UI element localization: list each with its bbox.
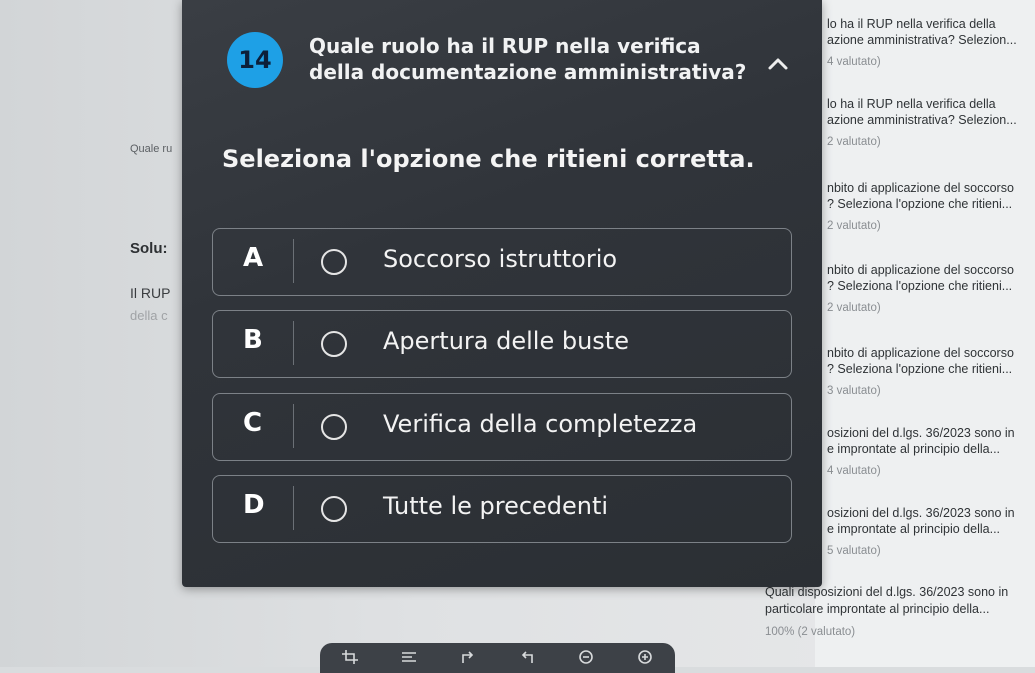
bg-fragment: Il RUP (130, 285, 171, 301)
option-label: Verifica della completezza (383, 410, 698, 438)
related-questions-list: lo ha il RUP nella verifica della azione… (815, 0, 1035, 667)
option-a[interactable]: A Soccorso istruttorio (212, 228, 792, 296)
option-c[interactable]: C Verifica della completezza (212, 393, 792, 461)
radio-button[interactable] (321, 496, 347, 522)
zoom-in-icon[interactable] (633, 649, 657, 668)
list-item[interactable]: osizioni del d.lgs. 36/2023 sono in e im… (827, 425, 1035, 479)
image-toolbar (320, 643, 675, 673)
flip-icon[interactable] (515, 650, 539, 667)
option-d[interactable]: D Tutte le precedenti (212, 475, 792, 543)
radio-button[interactable] (321, 249, 347, 275)
crop-icon[interactable] (338, 649, 362, 667)
option-label: Soccorso istruttorio (383, 245, 618, 273)
instruction-text: Seleziona l'opzione che ritieni corretta… (222, 145, 755, 173)
question-number-badge: 14 (227, 32, 283, 88)
zoom-out-icon[interactable] (574, 649, 598, 668)
rotate-icon[interactable] (456, 650, 480, 667)
status-text: 2 valutato) (827, 220, 881, 232)
status-text: 4 valutato) (827, 56, 881, 68)
divider (293, 486, 294, 530)
option-letter: B (243, 325, 263, 355)
list-item[interactable]: nbito di applicazione del soccorso ? Sel… (827, 345, 1035, 399)
divider (293, 239, 294, 283)
divider (293, 321, 294, 365)
list-item[interactable]: lo ha il RUP nella verifica della azione… (827, 96, 1035, 150)
option-label: Apertura delle buste (383, 327, 629, 355)
list-item[interactable]: nbito di applicazione del soccorso ? Sel… (827, 180, 1035, 234)
question-title: Quale ruolo ha il RUP nella verifica del… (309, 34, 747, 84)
list-item[interactable]: Quali disposizioni del d.lgs. 36/2023 so… (765, 584, 1035, 641)
radio-button[interactable] (321, 414, 347, 440)
status-text: 4 valutato) (827, 465, 881, 477)
option-b[interactable]: B Apertura delle buste (212, 310, 792, 378)
align-icon[interactable] (397, 650, 421, 667)
status-text: 2 valutato) (827, 302, 881, 314)
bg-fragment: Quale ru (130, 143, 173, 155)
status-text: 3 valutato) (827, 385, 881, 397)
option-letter: C (243, 408, 263, 438)
status-text: 5 valutato) (827, 545, 881, 557)
question-card: 14 Quale ruolo ha il RUP nella verifica … (182, 0, 822, 587)
list-item[interactable]: lo ha il RUP nella verifica della azione… (827, 16, 1035, 70)
chevron-up-icon[interactable] (767, 56, 791, 76)
list-item[interactable]: osizioni del d.lgs. 36/2023 sono in e im… (827, 505, 1035, 559)
option-label: Tutte le precedenti (383, 492, 609, 520)
option-letter: D (243, 490, 265, 520)
divider (293, 404, 294, 448)
bg-fragment: Solu: (130, 240, 168, 257)
bg-fragment: della c (130, 308, 168, 323)
status-text: 100% (2 valutato) (765, 626, 856, 638)
radio-button[interactable] (321, 331, 347, 357)
list-item[interactable]: nbito di applicazione del soccorso ? Sel… (827, 262, 1035, 316)
status-text: 2 valutato) (827, 136, 881, 148)
option-letter: A (243, 243, 264, 273)
